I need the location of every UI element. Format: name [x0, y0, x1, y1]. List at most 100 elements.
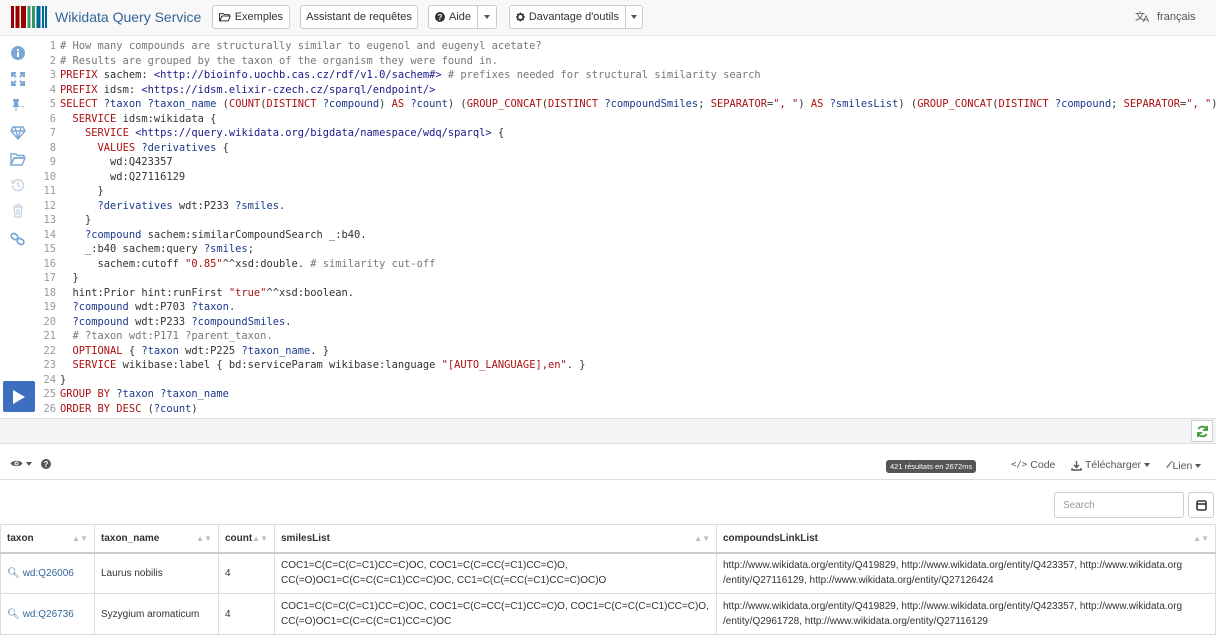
code-token: ?derivatives: [60, 199, 173, 212]
code-text: hint:Prior hint:runFirst "true"^^xsd:boo…: [60, 286, 355, 300]
column-header-taxon-name[interactable]: taxon_name ▲▼: [94, 524, 219, 554]
code-token: ?taxon: [141, 344, 179, 357]
code-token: <https://idsm.elixir-czech.cz/sparql/end…: [141, 83, 436, 96]
code-token: }: [60, 214, 92, 226]
more-tools-button[interactable]: Davantage d'outils: [509, 5, 626, 29]
link-icon[interactable]: [9, 230, 27, 248]
taxon-link[interactable]: 🔍︎ wd:Q26736: [7, 607, 74, 622]
code-line[interactable]: 2 # Results are grouped by the taxon of t…: [40, 54, 498, 68]
code-line[interactable]: 8 VALUES ?derivatives {: [40, 141, 229, 155]
line-number: 16: [43, 257, 56, 270]
taxon-name-cell: Laurus nobilis: [94, 552, 219, 594]
column-header-count[interactable]: count ▲▼: [218, 524, 275, 554]
column-header-taxon[interactable]: taxon ▲▼: [0, 524, 95, 554]
prefix-pin-icon[interactable]: [9, 96, 27, 114]
wikidata-logo-icon[interactable]: [11, 5, 47, 29]
code-text: PREFIX sachem: <http://bioinfo.uochb.cas…: [60, 68, 761, 82]
query-editor[interactable]: 1 # How many compounds are structurally s…: [40, 37, 1216, 417]
code-line[interactable]: 19 ?compound wdt:P703 ?taxon.: [40, 300, 235, 314]
code-line[interactable]: 22 OPTIONAL { ?taxon wdt:P225 ?taxon_nam…: [40, 344, 329, 358]
code-line[interactable]: 5 SELECT ?taxon ?taxon_name (COUNT(DISTIN…: [40, 97, 1216, 111]
trash-icon[interactable]: [9, 202, 27, 220]
folder-open-icon[interactable]: [9, 150, 27, 168]
taxon-link[interactable]: 🔍︎ wd:Q26006: [7, 566, 74, 581]
line-number: 4: [49, 83, 56, 96]
code-token: ;: [698, 98, 711, 110]
help-button[interactable]: ? Aide: [428, 5, 478, 29]
code-token: ;: [1111, 98, 1124, 110]
code-line[interactable]: 9 wd:Q423357: [40, 155, 173, 169]
code-token: sachem:cutoff: [60, 257, 186, 270]
columns-toggle-button[interactable]: [1188, 492, 1214, 518]
code-line[interactable]: 13 }: [40, 213, 91, 227]
info-icon[interactable]: [9, 44, 27, 62]
code-line[interactable]: 11 }: [40, 184, 103, 198]
column-header-smiles-list[interactable]: smilesList ▲▼: [274, 524, 717, 554]
table-row: 🔍︎ wd:Q26736 Syzygium aromaticum 4 COC1=C…: [0, 593, 1216, 635]
query-assistant-button[interactable]: Assistant de requêtes: [300, 5, 418, 29]
links-line: http://www.wikidata.org/entity/Q419829, …: [723, 560, 1183, 572]
fullscreen-icon[interactable]: [9, 70, 27, 88]
code-text: # Results are grouped by the taxon of th…: [60, 54, 498, 68]
code-line[interactable]: 24}: [40, 373, 66, 387]
display-mode-dropdown[interactable]: [10, 459, 32, 468]
examples-button[interactable]: Exemples: [212, 5, 290, 29]
code-token: ): [1211, 98, 1216, 110]
code-token: AS: [391, 98, 405, 110]
help-dropdown-toggle[interactable]: [477, 5, 497, 29]
editor-status-bar: [0, 418, 1216, 444]
link-button[interactable]: 𝓁 Lien: [1166, 459, 1202, 472]
code-token: sachem:: [97, 69, 154, 81]
code-line[interactable]: 16 sachem:cutoff "0.85"^^xsd:double. # s…: [40, 257, 435, 271]
count-cell: 4: [218, 552, 275, 594]
code-token: "0.85": [185, 257, 223, 270]
code-text: OPTIONAL { ?taxon wdt:P225 ?taxon_name. …: [60, 344, 330, 358]
line-number: 3: [49, 69, 56, 81]
download-button[interactable]: Télécharger: [1071, 459, 1151, 471]
code-line[interactable]: 10 wd:Q27116129: [40, 170, 185, 184]
code-line[interactable]: 12 ?derivatives wdt:P233 ?smiles.: [40, 199, 285, 213]
code-line[interactable]: 25 GROUP BY ?taxon ?taxon_name: [40, 387, 228, 401]
code-line[interactable]: 26 ORDER BY DESC (?count): [40, 402, 197, 416]
history-icon[interactable]: [9, 176, 27, 194]
table-row: 🔍︎ wd:Q26006 Laurus nobilis 4 COC1=C(C=C(…: [0, 552, 1216, 594]
code-text: SERVICE wikibase:label { bd:serviceParam…: [60, 358, 586, 372]
code-line[interactable]: 18 hint:Prior hint:runFirst "true"^^xsd:…: [40, 286, 354, 300]
code-line[interactable]: 17 }: [40, 271, 79, 285]
more-tools-dropdown-toggle[interactable]: [625, 5, 643, 29]
diamond-icon[interactable]: [9, 124, 27, 142]
code-line[interactable]: 20 ?compound wdt:P233 ?compoundSmiles.: [40, 315, 291, 329]
code-line[interactable]: 15 _:b40 sachem:query ?smiles;: [40, 242, 253, 256]
brand-title[interactable]: Wikidata Query Service: [55, 9, 201, 25]
code-line[interactable]: 23 SERVICE wikibase:label { bd:servicePa…: [40, 358, 586, 372]
code-label: Code: [1030, 459, 1056, 471]
run-query-button[interactable]: [3, 381, 35, 412]
code-token: "true": [228, 286, 267, 299]
language-selector[interactable]: 文A français: [1135, 10, 1196, 23]
code-line[interactable]: 6 SERVICE idsm:wikidata {: [40, 112, 217, 126]
line-number: 1: [49, 40, 56, 52]
code-token: PREFIX: [60, 69, 98, 81]
line-number: 24: [43, 373, 56, 386]
question-circle-icon[interactable]: ?: [41, 459, 51, 469]
code-line[interactable]: 3 PREFIX sachem: <http://bioinfo.uochb.ca…: [40, 68, 761, 82]
code-button[interactable]: </> Code: [1011, 459, 1055, 471]
code-line[interactable]: 14 ?compound sachem:similarCompoundSearc…: [40, 228, 366, 242]
column-header-compounds-link-list[interactable]: compoundsLinkList ▲▼: [716, 524, 1216, 554]
caret-down-icon: [631, 15, 637, 19]
column-header-label: compoundsLinkList: [723, 532, 818, 544]
code-line[interactable]: 21 # ?taxon wdt:P171 ?parent_taxon.: [40, 329, 272, 343]
line-number: 2: [49, 54, 56, 67]
svg-text:?: ?: [438, 13, 443, 22]
code-token: wdt:P703: [128, 301, 192, 313]
sort-icon: ▲▼: [72, 534, 88, 543]
code-text: }: [60, 213, 91, 227]
code-line[interactable]: 1 # How many compounds are structurally s…: [40, 39, 542, 53]
results-search-input[interactable]: Search: [1054, 492, 1184, 518]
code-token: }: [60, 272, 79, 284]
refresh-button[interactable]: [1191, 420, 1213, 442]
code-token: SERVICE: [72, 359, 117, 371]
code-line[interactable]: 7 SERVICE <https://query.wikidata.org/bi…: [40, 126, 504, 140]
code-line[interactable]: 4 PREFIX idsm: <https://idsm.elixir-czech…: [40, 83, 436, 97]
code-token: {: [491, 127, 505, 139]
